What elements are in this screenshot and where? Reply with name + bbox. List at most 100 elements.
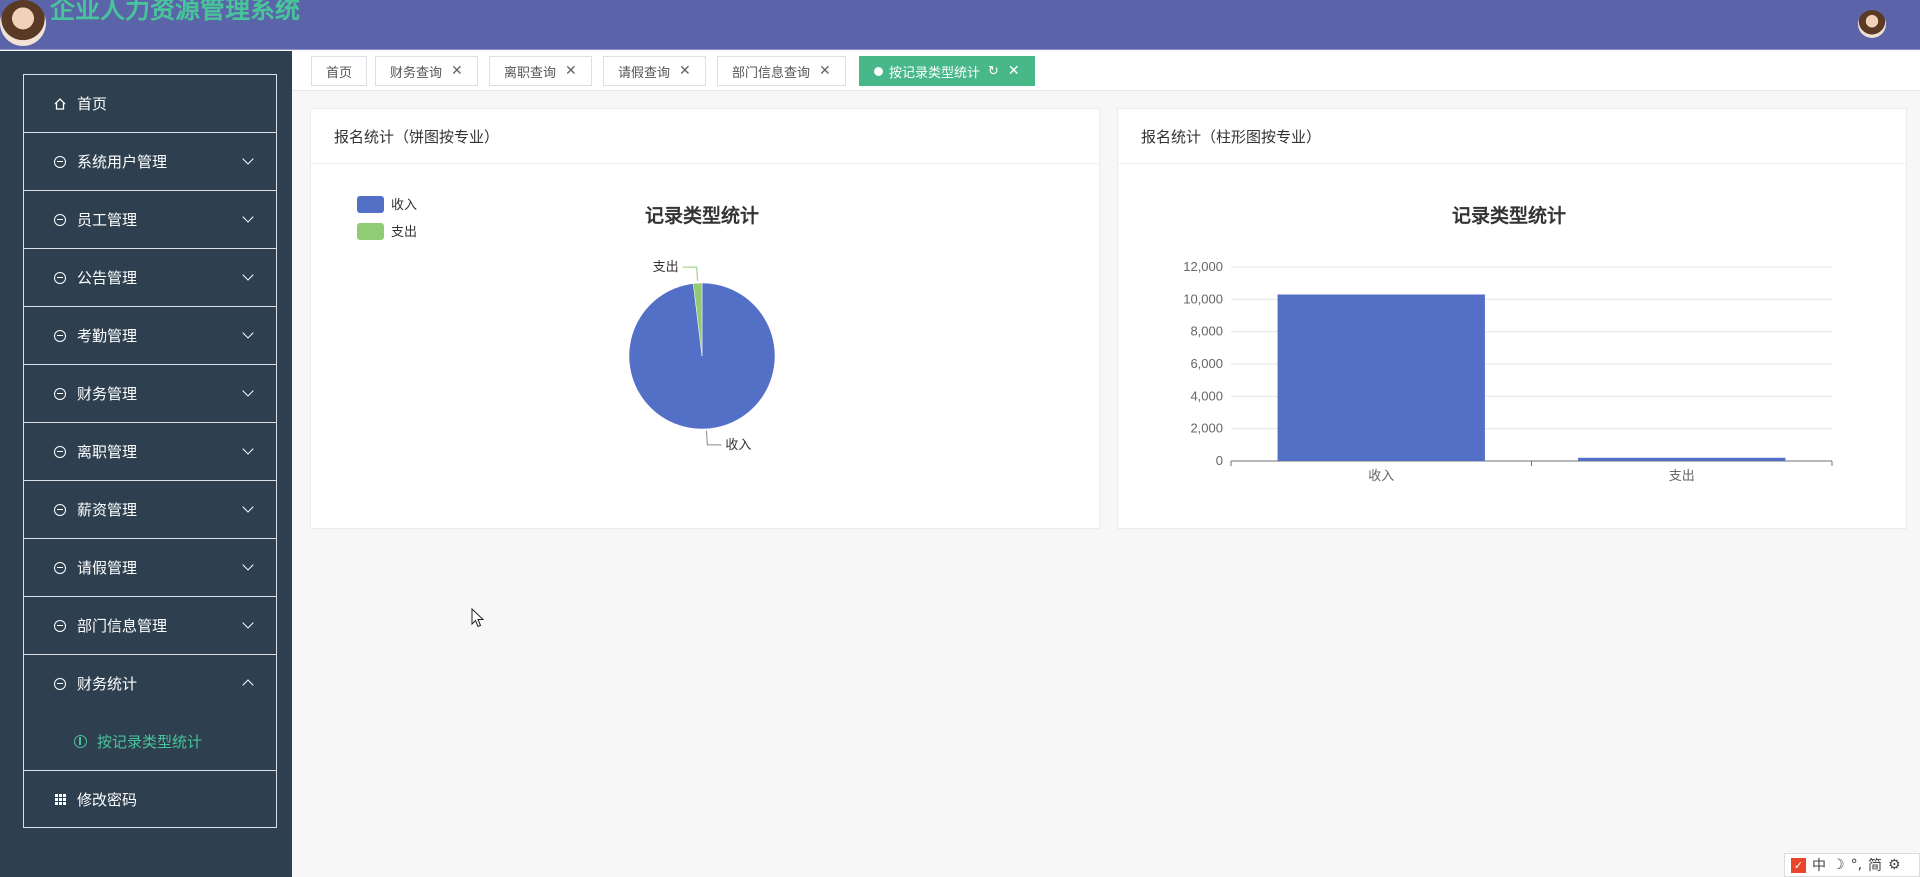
pie-chart: 记录类型统计收入支出收入支出 xyxy=(357,196,776,452)
chart-icon xyxy=(74,734,87,748)
sidebar-item-home[interactable]: 首页 xyxy=(23,74,277,132)
y-tick-label: 12,000 xyxy=(1183,259,1223,274)
ime-lang[interactable]: 中 xyxy=(1812,855,1826,875)
chevron-down-icon xyxy=(242,501,254,513)
sidebar-item-label: 部门信息管理 xyxy=(77,617,168,635)
grid-icon xyxy=(52,791,68,807)
sidebar-item-finance-stats[interactable]: 财务统计 xyxy=(23,654,277,712)
y-tick-label: 0 xyxy=(1216,453,1223,468)
close-icon[interactable]: ✕ xyxy=(451,63,463,79)
chart-title: 记录类型统计 xyxy=(645,204,759,227)
sidebar-item-change-password[interactable]: 修改密码 xyxy=(23,770,277,828)
circle-minus-icon xyxy=(54,329,66,342)
close-icon[interactable]: ✕ xyxy=(565,63,577,79)
sidebar-item-label: 修改密码 xyxy=(77,790,138,809)
chevron-down-icon xyxy=(242,327,254,339)
legend-swatch xyxy=(357,223,384,240)
chevron-down-icon xyxy=(242,443,254,455)
close-icon[interactable]: ✕ xyxy=(679,63,691,79)
close-icon[interactable]: ✕ xyxy=(819,63,831,79)
moon-icon[interactable]: ☽ xyxy=(1832,857,1845,873)
mouse-cursor-icon xyxy=(471,608,485,628)
pie-label: 支出 xyxy=(653,259,679,274)
card-title: 报名统计（柱形图按专业） xyxy=(1118,109,1906,164)
ime-toolbar[interactable]: ✓ 中 ☽ °, 简 ⚙ xyxy=(1784,853,1920,877)
chevron-up-icon xyxy=(242,679,254,691)
sidebar-item-label: 考勤管理 xyxy=(77,327,138,345)
circle-minus-icon xyxy=(54,561,66,574)
punct-icon[interactable]: °, xyxy=(1851,857,1862,873)
close-icon[interactable]: ✕ xyxy=(1008,63,1020,79)
tab-finance-query[interactable]: 财务查询 ✕ xyxy=(375,56,478,86)
chevron-down-icon xyxy=(242,153,254,165)
sidebar-subitem-record-type-stats[interactable]: 按记录类型统计 xyxy=(23,712,277,770)
chevron-down-icon xyxy=(242,617,254,629)
logo-avatar xyxy=(0,0,46,46)
sidebar-item-label: 离职管理 xyxy=(77,443,138,461)
circle-minus-icon xyxy=(54,271,66,284)
y-tick-label: 6,000 xyxy=(1190,356,1223,371)
ime-mode[interactable]: 简 xyxy=(1868,855,1882,875)
y-tick-label: 10,000 xyxy=(1183,291,1223,306)
sidebar-item-salary[interactable]: 薪资管理 xyxy=(23,480,277,538)
y-tick-label: 4,000 xyxy=(1190,388,1223,403)
legend-swatch xyxy=(357,196,384,213)
tab-record-type-stats[interactable]: 按记录类型统计 ↻ ✕ xyxy=(859,56,1035,86)
circle-minus-icon xyxy=(54,155,66,168)
x-tick-label: 支出 xyxy=(1669,468,1695,483)
circle-minus-icon xyxy=(54,619,66,632)
sidebar-item-label: 公告管理 xyxy=(77,269,138,287)
x-tick-label: 收入 xyxy=(1368,468,1394,483)
sidebar-item-label: 财务管理 xyxy=(77,385,138,403)
legend-label: 支出 xyxy=(391,224,417,239)
pie-label-line xyxy=(682,266,699,282)
sidebar-item-system-users[interactable]: 系统用户管理 xyxy=(23,132,277,190)
sidebar-item-resignation[interactable]: 离职管理 xyxy=(23,422,277,480)
sidebar-item-label: 请假管理 xyxy=(77,559,138,577)
tab-department-query[interactable]: 部门信息查询 ✕ xyxy=(717,56,846,86)
tab-leave-query[interactable]: 请假查询 ✕ xyxy=(603,56,706,86)
chart-title: 记录类型统计 xyxy=(1452,204,1566,227)
sidebar-item-departments[interactable]: 部门信息管理 xyxy=(23,596,277,654)
tab-label: 离职查询 xyxy=(504,65,557,81)
refresh-icon[interactable]: ↻ xyxy=(988,64,999,79)
sidebar: 首页 系统用户管理 员工管理 公告管理 考勤管理 财务管理 离职管理 薪资管理 … xyxy=(0,51,292,877)
sidebar-item-attendance[interactable]: 考勤管理 xyxy=(23,306,277,364)
tab-label: 请假查询 xyxy=(618,65,671,81)
card-title: 报名统计（饼图按专业） xyxy=(311,109,1099,164)
y-tick-label: 2,000 xyxy=(1190,421,1223,436)
chevron-down-icon xyxy=(242,269,254,281)
app-title: 企业人力资源管理系统 xyxy=(50,0,301,24)
sidebar-item-employees[interactable]: 员工管理 xyxy=(23,190,277,248)
chevron-down-icon xyxy=(242,211,254,223)
pie-label-line xyxy=(705,430,722,446)
bar xyxy=(1277,294,1485,461)
settings-icon[interactable]: ⚙ xyxy=(1888,857,1901,873)
tab-label: 首页 xyxy=(326,65,353,81)
ime-logo-icon: ✓ xyxy=(1791,857,1806,873)
sidebar-item-announcements[interactable]: 公告管理 xyxy=(23,248,277,306)
sidebar-item-label: 首页 xyxy=(77,95,108,113)
sidebar-menu: 首页 系统用户管理 员工管理 公告管理 考勤管理 财务管理 离职管理 薪资管理 … xyxy=(23,74,277,828)
sidebar-item-label: 财务统计 xyxy=(77,675,138,693)
circle-minus-icon xyxy=(54,445,66,458)
tab-resignation-query[interactable]: 离职查询 ✕ xyxy=(489,56,592,86)
tab-home[interactable]: 首页 xyxy=(311,56,368,86)
circle-minus-icon xyxy=(54,387,66,400)
pie-label: 收入 xyxy=(725,437,751,452)
sidebar-item-label: 员工管理 xyxy=(77,211,138,229)
user-avatar[interactable] xyxy=(1858,10,1886,38)
bar xyxy=(1578,457,1786,461)
sidebar-item-label: 系统用户管理 xyxy=(77,153,168,171)
tab-label: 按记录类型统计 xyxy=(889,65,981,81)
sidebar-subitem-label: 按记录类型统计 xyxy=(97,732,203,751)
chevron-down-icon xyxy=(242,385,254,397)
tab-label: 财务查询 xyxy=(390,65,443,81)
bar-chart-card: 报名统计（柱形图按专业） 记录类型统计 0 2,000 4,000 6,000 8,000… xyxy=(1117,108,1907,529)
sidebar-item-label: 薪资管理 xyxy=(77,501,138,519)
legend-label: 收入 xyxy=(391,197,417,212)
y-tick-label: 8,000 xyxy=(1190,324,1223,339)
circle-minus-icon xyxy=(54,213,66,226)
sidebar-item-leave[interactable]: 请假管理 xyxy=(23,538,277,596)
sidebar-item-finance[interactable]: 财务管理 xyxy=(23,364,277,422)
